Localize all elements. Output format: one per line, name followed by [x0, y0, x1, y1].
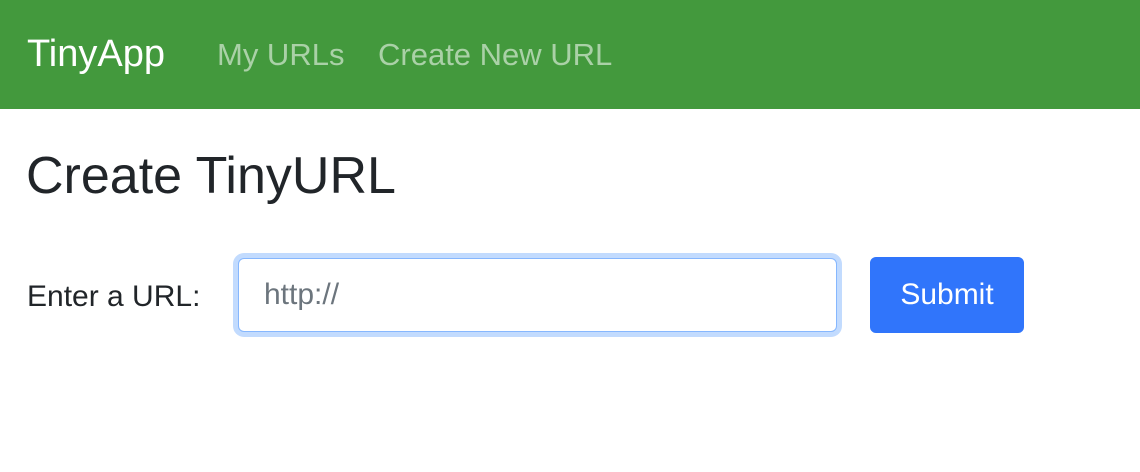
top-navbar: TinyApp My URLs Create New URL: [0, 0, 1140, 109]
page-title: Create TinyURL: [26, 147, 396, 205]
submit-button[interactable]: Submit: [870, 257, 1024, 333]
url-field-label: Enter a URL:: [27, 280, 201, 313]
nav-link-create-new-url[interactable]: Create New URL: [378, 36, 612, 74]
brand-link[interactable]: TinyApp: [27, 32, 165, 76]
url-input[interactable]: [238, 258, 837, 332]
nav-link-my-urls[interactable]: My URLs: [217, 36, 344, 74]
